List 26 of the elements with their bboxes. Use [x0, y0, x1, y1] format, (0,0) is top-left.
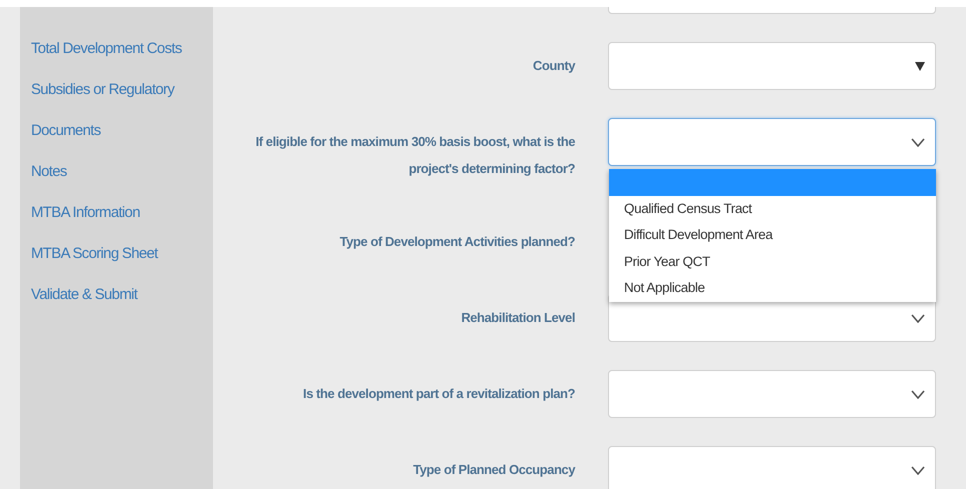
select-field[interactable] [608, 446, 936, 489]
sidebar-link[interactable]: MTBA Information [20, 192, 213, 233]
chevron-down-icon [911, 466, 925, 474]
field-label: Type of Development Activities planned? [340, 233, 575, 251]
sidebar-link[interactable]: Notes [20, 151, 213, 192]
chevron-down-icon [911, 138, 925, 146]
field-label: Rehabilitation Level [461, 309, 575, 327]
dropdown-option[interactable]: Difficult Development Area [609, 222, 936, 248]
sidebar-link[interactable]: Documents [20, 110, 213, 151]
dropdown-triangle-icon [915, 61, 925, 71]
field-label: Is the development part of a revitalization plan? [303, 385, 575, 403]
select-field[interactable] [608, 118, 936, 166]
field-label: If eligible for the maximum 30% basis boost, what is the project's determining factor? [254, 133, 575, 178]
select-field[interactable] [608, 370, 936, 418]
field-label: Type of Planned Occupancy [413, 461, 575, 479]
sidebar-link[interactable]: Validate & Submit [20, 274, 213, 315]
chevron-down-icon [911, 314, 925, 322]
field-label: County [532, 57, 575, 75]
chevron-down-icon [911, 390, 925, 398]
dropdown-option[interactable]: Not Applicable [609, 275, 936, 302]
sidebar-link[interactable]: Total Development Costs [20, 28, 213, 69]
sidebar-link[interactable]: Subsidies or Regulatory [20, 69, 213, 110]
dropdown-option[interactable]: Qualified Census Tract [609, 196, 936, 222]
select-field[interactable] [608, 42, 936, 90]
dropdown-option[interactable]: Prior Year QCT [609, 248, 936, 275]
sidebar-link[interactable]: MTBA Scoring Sheet [20, 233, 213, 274]
